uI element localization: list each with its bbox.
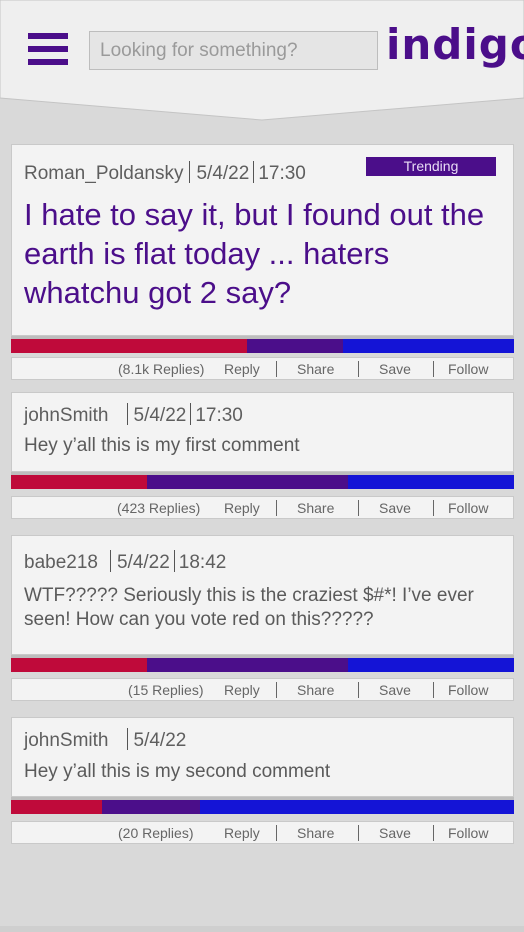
post-text: Hey y’all this is my second comment	[24, 761, 331, 782]
vote-bar-purple[interactable]	[247, 339, 343, 353]
divider	[276, 500, 277, 516]
reply-button[interactable]: Reply	[224, 682, 260, 698]
hamburger-menu-icon[interactable]	[28, 33, 68, 65]
vote-bar[interactable]	[11, 655, 514, 672]
share-button[interactable]: Share	[297, 361, 334, 377]
vote-bar[interactable]	[11, 797, 514, 814]
post-username[interactable]: babe218	[24, 552, 98, 573]
divider	[433, 361, 434, 377]
post-card[interactable]: Roman_Poldansky 5/4/22 17:30 Trending I ha…	[11, 144, 514, 336]
vote-bar-blue[interactable]	[348, 475, 514, 489]
post-text: Hey y’all this is my first comment	[24, 435, 300, 456]
post-date: 5/4/22	[133, 405, 187, 426]
search-input[interactable]	[89, 31, 378, 70]
post-time: 17:30	[195, 405, 243, 426]
replies-count[interactable]: (423 Replies)	[117, 500, 200, 516]
post-text: I hate to say it, but I found out the ea…	[24, 197, 485, 310]
app-header: indigo	[0, 0, 524, 122]
post-meta: johnSmith 5/4/22	[24, 728, 186, 752]
vote-bar[interactable]	[11, 336, 514, 353]
reply-button[interactable]: Reply	[224, 361, 260, 377]
post-meta: Roman_Poldansky 5/4/22 17:30	[24, 161, 306, 185]
vote-bar-red[interactable]	[11, 339, 248, 353]
divider	[433, 682, 434, 698]
app-logo: indigo	[386, 20, 524, 69]
vote-bar-purple[interactable]	[146, 658, 349, 672]
vote-bar-purple[interactable]	[101, 800, 200, 814]
post-card[interactable]: babe218 5/4/22 18:42 WTF????? Seriously th…	[11, 535, 514, 655]
save-button[interactable]: Save	[379, 500, 411, 516]
post-date: 5/4/22	[196, 163, 250, 184]
save-button[interactable]: Save	[379, 825, 411, 841]
share-button[interactable]: Share	[297, 682, 334, 698]
divider	[433, 500, 434, 516]
replies-count[interactable]: (20 Replies)	[118, 825, 193, 841]
post-actions: (15 Replies) Reply Share Save Follow	[11, 678, 514, 701]
vote-bar-purple[interactable]	[146, 475, 349, 489]
post-username[interactable]: johnSmith	[24, 405, 109, 426]
post-username[interactable]: Roman_Poldansky	[24, 163, 183, 184]
post-actions: (423 Replies) Reply Share Save Follow	[11, 496, 514, 519]
follow-button[interactable]: Follow	[448, 361, 488, 377]
post-meta: babe218 5/4/22 18:42	[24, 550, 226, 574]
divider	[358, 500, 359, 516]
share-button[interactable]: Share	[297, 500, 334, 516]
post-card[interactable]: johnSmith 5/4/22 17:30 Hey y’all this is m…	[11, 392, 514, 472]
post-actions: (20 Replies) Reply Share Save Follow	[11, 821, 514, 844]
trending-badge: Trending	[366, 157, 496, 176]
post-date: 5/4/22	[133, 730, 187, 751]
reply-button[interactable]: Reply	[224, 500, 260, 516]
save-button[interactable]: Save	[379, 682, 411, 698]
vote-bar-blue[interactable]	[199, 800, 514, 814]
follow-button[interactable]: Follow	[448, 825, 488, 841]
share-button[interactable]: Share	[297, 825, 334, 841]
post-card[interactable]: johnSmith 5/4/22 Hey y’all this is my sec…	[11, 717, 514, 797]
post-actions: (8.1k Replies) Reply Share Save Follow	[11, 357, 514, 380]
follow-button[interactable]: Follow	[448, 500, 488, 516]
divider	[358, 682, 359, 698]
post-username[interactable]: johnSmith	[24, 730, 109, 751]
vote-bar-red[interactable]	[11, 475, 147, 489]
reply-button[interactable]: Reply	[224, 825, 260, 841]
replies-count[interactable]: (15 Replies)	[128, 682, 203, 698]
vote-bar-blue[interactable]	[348, 658, 514, 672]
divider	[276, 682, 277, 698]
vote-bar-red[interactable]	[11, 658, 147, 672]
divider	[276, 825, 277, 841]
vote-bar-blue[interactable]	[342, 339, 514, 353]
post-time: 18:42	[178, 552, 227, 573]
divider	[358, 361, 359, 377]
divider	[358, 825, 359, 841]
save-button[interactable]: Save	[379, 361, 411, 377]
post-date: 5/4/22	[116, 552, 170, 573]
post-meta: johnSmith 5/4/22 17:30	[24, 403, 243, 427]
replies-count[interactable]: (8.1k Replies)	[118, 361, 204, 377]
vote-bar-red[interactable]	[11, 800, 102, 814]
divider	[433, 825, 434, 841]
follow-button[interactable]: Follow	[448, 682, 488, 698]
post-text: WTF????? Seriously this is the craziest …	[24, 585, 474, 630]
vote-bar[interactable]	[11, 472, 514, 489]
bottom-edge	[0, 926, 524, 932]
divider	[276, 361, 277, 377]
post-time: 17:30	[258, 163, 306, 184]
